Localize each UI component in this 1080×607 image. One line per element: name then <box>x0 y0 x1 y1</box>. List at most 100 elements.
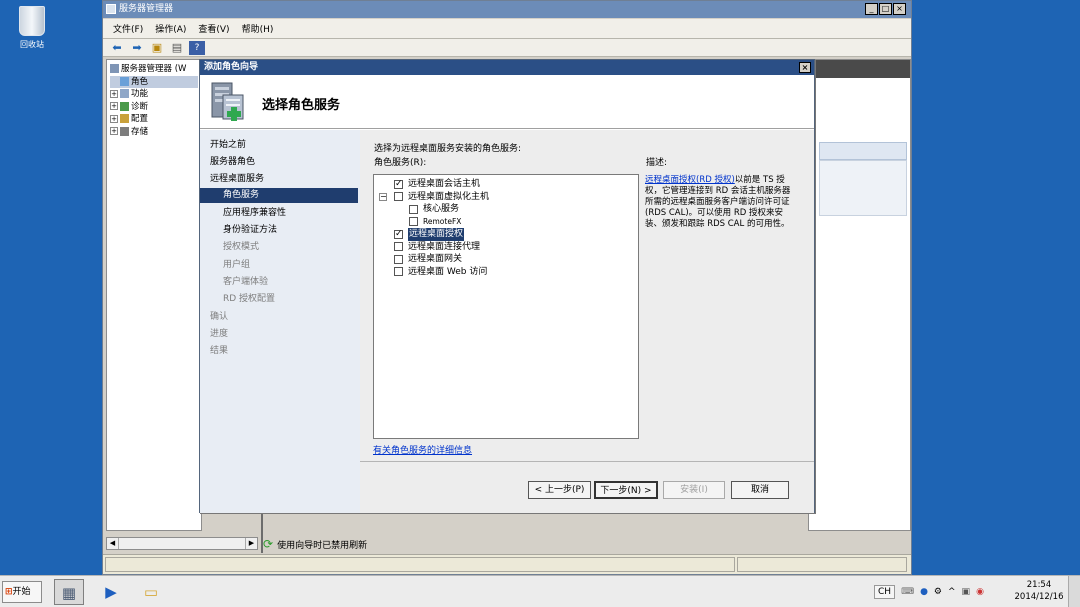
details-section-header <box>819 142 907 160</box>
wizard-header: 选择角色服务 <box>200 75 814 129</box>
system-tray: CH ⌨ ● ⚙ ^ ▣ ◉ <box>874 578 984 606</box>
help-icon[interactable]: ? <box>189 40 205 55</box>
taskbar: ⊞开始 ▦ ▶ ▭ CH ⌨ ● ⚙ ^ ▣ ◉ 21:54 2014/12/1… <box>0 575 1080 607</box>
nav-step[interactable]: 身份验证方法 <box>223 223 277 238</box>
checkbox-unchecked[interactable] <box>409 217 418 226</box>
show-hidden-icons[interactable]: ^ <box>948 587 956 597</box>
up-folder-icon[interactable]: ▣ <box>149 41 165 55</box>
keyboard-icon[interactable]: ⌨ <box>901 587 914 597</box>
help-tray-icon[interactable]: ● <box>920 587 928 597</box>
tree-item-diagnostics[interactable]: + 诊断 <box>110 101 198 114</box>
role-services-label: 角色服务(R): <box>374 158 427 168</box>
cancel-button[interactable]: 取消 <box>731 481 789 499</box>
tree-horizontal-scrollbar[interactable]: ◀ ▶ <box>106 537 258 550</box>
details-section-body <box>819 160 907 216</box>
more-info-link[interactable]: 有关角色服务的详细信息 <box>373 443 472 456</box>
wizard-step-navigation: 开始之前 服务器角色 远程桌面服务 角色服务 应用程序兼容性 身份验证方法 授权… <box>200 130 360 513</box>
maximize-button[interactable]: □ <box>879 3 892 15</box>
wizard-close-button[interactable]: × <box>799 62 811 73</box>
recycle-bin-shortcut[interactable]: 回收站 <box>12 6 52 50</box>
language-indicator[interactable]: CH <box>874 585 896 599</box>
network-icon[interactable]: ▣ <box>962 587 971 597</box>
nav-step-active[interactable]: 角色服务 <box>200 188 358 203</box>
clock[interactable]: 21:54 2014/12/16 <box>1013 579 1065 603</box>
menu-bar: 文件(F) 操作(A) 查看(V) 帮助(H) <box>103 19 911 39</box>
description-label: 描述: <box>646 158 668 168</box>
desktop-background-right <box>912 0 1080 575</box>
volume-muted-icon[interactable]: ◉ <box>976 587 984 597</box>
description-panel: 远程桌面授权(RD 授权)以前是 TS 授权，它管理连接到 RD 会话主机服务器… <box>645 175 797 230</box>
menu-help[interactable]: 帮助(H) <box>242 22 274 35</box>
taskbar-explorer[interactable]: ▭ <box>136 579 166 605</box>
powershell-icon: ▶ <box>105 583 117 601</box>
recycle-bin-label: 回收站 <box>20 40 44 49</box>
scroll-right-button[interactable]: ▶ <box>245 538 257 549</box>
menu-file[interactable]: 文件(F) <box>113 22 143 35</box>
server-manager-icon <box>106 4 116 14</box>
tree-item-configuration[interactable]: + 配置 <box>110 113 198 126</box>
nav-step[interactable]: 应用程序兼容性 <box>223 206 286 221</box>
checkbox-checked[interactable]: ✓ <box>394 179 403 189</box>
windows-flag-icon: ⊞ <box>5 587 13 597</box>
forward-arrow-icon[interactable]: ➡ <box>129 41 145 55</box>
next-button[interactable]: 下一步(N) > <box>594 481 658 499</box>
expand-icon[interactable]: + <box>110 102 118 110</box>
menu-action[interactable]: 操作(A) <box>155 22 186 35</box>
nav-step-disabled: 进度 <box>210 329 229 339</box>
expand-icon[interactable]: + <box>110 127 118 135</box>
start-label: 开始 <box>12 587 31 597</box>
wizard-page-heading: 选择角色服务 <box>262 98 341 113</box>
tree-item-features[interactable]: + 功能 <box>110 88 198 101</box>
back-arrow-icon[interactable]: ⬅ <box>109 41 125 55</box>
checkbox-unchecked[interactable] <box>394 242 403 251</box>
close-button[interactable]: × <box>893 3 906 15</box>
taskbar-server-manager[interactable]: ▦ <box>54 579 84 605</box>
wizard-titlebar[interactable]: 添加角色向导 × <box>200 60 814 75</box>
server-icon <box>110 64 119 73</box>
taskbar-powershell[interactable]: ▶ <box>96 579 126 605</box>
clock-date: 2014/12/16 <box>1014 592 1064 602</box>
checkbox-unchecked[interactable] <box>394 254 403 264</box>
nav-step-disabled: 结果 <box>210 346 229 356</box>
collapse-toggle-icon[interactable]: − <box>379 192 387 201</box>
refresh-status-text: 使用向导时已禁用刷新 <box>277 540 368 551</box>
folder-icon: ▭ <box>143 583 159 601</box>
show-desktop-button[interactable] <box>1068 576 1080 607</box>
nav-step[interactable]: 远程桌面服务 <box>210 172 264 187</box>
roles-icon <box>120 76 129 86</box>
minimize-button[interactable]: _ <box>865 3 878 15</box>
navigation-tree: 服务器管理器 (W 角色 + 功能 + 诊断 + 配置 + 存储 <box>106 59 202 531</box>
checkbox-checked[interactable]: ✓ <box>394 229 403 239</box>
divider <box>360 461 814 462</box>
server-manager-title: 服务器管理器 <box>119 4 174 14</box>
scroll-left-button[interactable]: ◀ <box>107 538 119 549</box>
show-hide-tree-icon[interactable]: ▤ <box>169 41 185 55</box>
details-header <box>809 60 910 78</box>
description-link[interactable]: 远程桌面授权(RD 授权) <box>645 175 735 185</box>
details-pane <box>808 59 911 531</box>
wizard-title: 添加角色向导 <box>204 62 259 72</box>
server-manager-titlebar[interactable]: 服务器管理器 _ □ × <box>103 1 911 18</box>
checkbox-unchecked[interactable] <box>394 267 403 276</box>
checkbox-unchecked[interactable] <box>394 192 403 201</box>
status-bar <box>103 554 911 574</box>
features-icon <box>120 89 129 98</box>
clock-time: 21:54 <box>1026 580 1052 590</box>
status-bar-segment <box>737 557 907 572</box>
expand-icon[interactable]: + <box>110 89 118 98</box>
instruction-text: 选择为远程桌面服务安装的角色服务: <box>374 144 522 154</box>
expand-icon[interactable]: + <box>110 114 118 123</box>
back-button[interactable]: < 上一步(P) <box>528 481 591 499</box>
menu-view[interactable]: 查看(V) <box>198 22 229 35</box>
recycle-bin-icon <box>19 6 45 36</box>
nav-step[interactable]: 服务器角色 <box>210 155 255 170</box>
start-button[interactable]: ⊞开始 <box>2 581 42 603</box>
tree-item-root[interactable]: 服务器管理器 (W <box>110 63 198 76</box>
checkbox-unchecked[interactable] <box>409 204 418 214</box>
options-icon[interactable]: ⚙ <box>934 587 942 597</box>
nav-step[interactable]: 开始之前 <box>210 138 246 153</box>
tree-item-roles[interactable]: 角色 <box>110 75 198 88</box>
tree-item-storage[interactable]: + 存储 <box>110 126 198 139</box>
refresh-status: ⟳ 使用向导时已禁用刷新 <box>263 535 911 553</box>
diagnostics-icon <box>120 101 129 111</box>
